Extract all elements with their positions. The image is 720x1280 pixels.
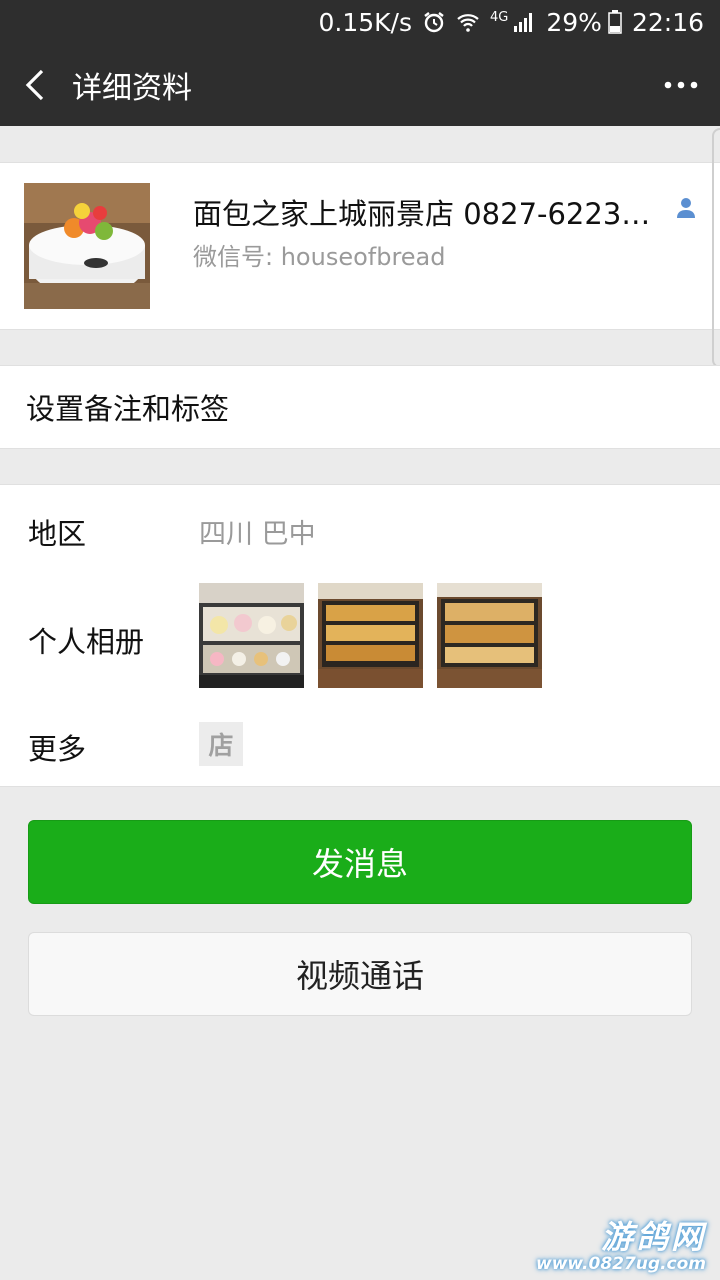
avatar[interactable] — [24, 183, 150, 309]
person-icon — [676, 197, 696, 223]
battery-percent: 29% — [546, 7, 602, 37]
page-title: 详细资料 — [72, 71, 192, 106]
video-call-button[interactable]: 视频通话 — [28, 932, 692, 1016]
watermark-title: 游鸽网 — [600, 1218, 706, 1256]
album-label[interactable]: 个人相册 — [28, 619, 144, 661]
shop-icon[interactable]: 店 — [199, 722, 243, 766]
battery-icon — [608, 10, 622, 34]
wechat-id: 微信号: houseofbread — [193, 243, 446, 271]
album-photo[interactable] — [437, 583, 542, 688]
more-label[interactable]: 更多 — [28, 726, 86, 768]
net-speed: 0.15K/s — [318, 7, 413, 37]
set-remark-tags-row[interactable]: 设置备注和标签 — [0, 365, 720, 449]
alarm-icon — [422, 10, 446, 34]
back-arrow-icon[interactable] — [0, 44, 70, 126]
nav-bar: 详细资料 — [0, 44, 720, 126]
send-message-button[interactable]: 发消息 — [28, 820, 692, 904]
region-label: 地区 — [28, 517, 87, 551]
clock: 22:16 — [631, 7, 704, 37]
more-options-icon[interactable] — [664, 44, 698, 126]
info-group: 地区 四川 巴中 个人相册 更多 店 — [0, 484, 720, 787]
watermark-url: www.0827ug.com — [536, 1254, 706, 1274]
set-remark-tags-label: 设置备注和标签 — [26, 392, 230, 426]
album-photo[interactable] — [199, 583, 304, 688]
region-value: 四川 巴中 — [199, 519, 316, 550]
network-type-label: 4G — [490, 10, 509, 25]
album-photo[interactable] — [318, 583, 423, 688]
status-bar: 0.15K/s 4G 29% 22:16 — [0, 0, 720, 44]
signal-icon — [512, 10, 536, 34]
contact-name: 面包之家上城丽景店 0827-6223758 — [193, 197, 663, 231]
watermark: 游鸽网 www.0827ug.com — [536, 1212, 706, 1274]
wifi-icon — [456, 10, 480, 34]
scroll-edge-indicator — [712, 128, 720, 368]
profile-card[interactable]: 面包之家上城丽景店 0827-6223758 微信号: houseofbread — [0, 162, 720, 330]
